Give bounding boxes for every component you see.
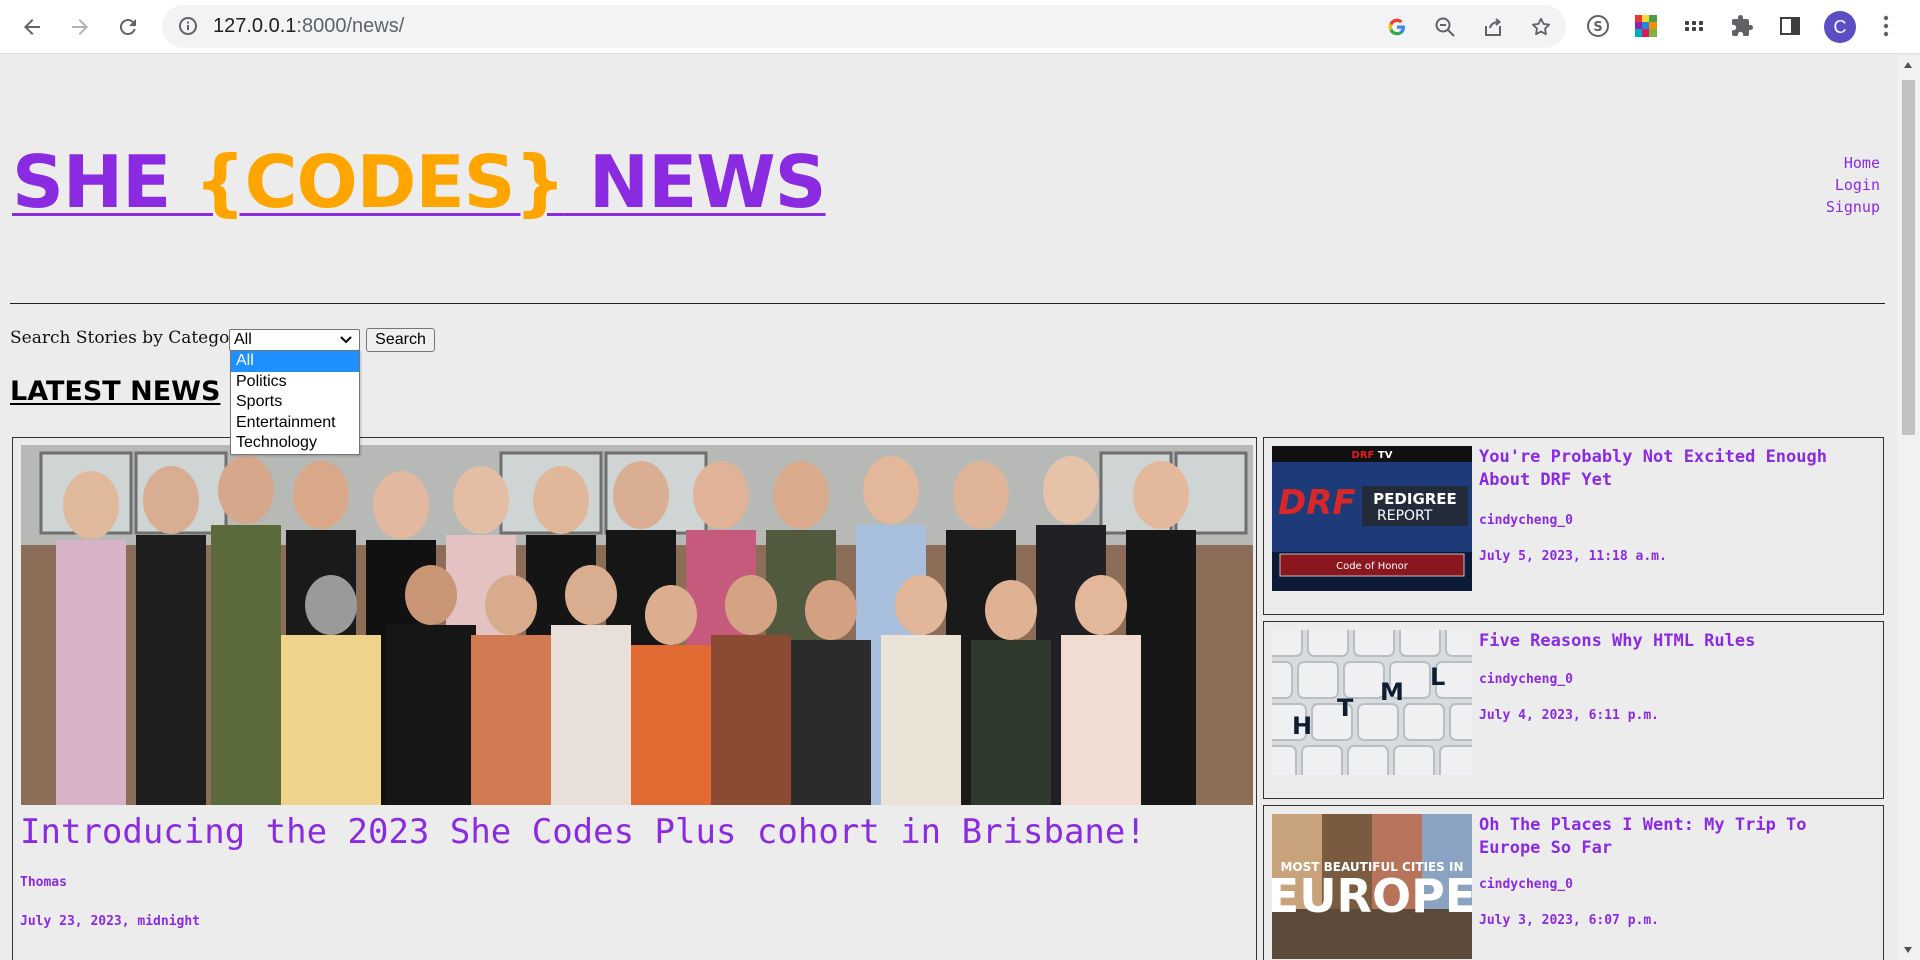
category-dropdown-list: All Politics Sports Entertainment Techno… [230,350,360,455]
category-option-entertainment[interactable]: Entertainment [231,413,359,434]
side-panel-icon[interactable] [1776,12,1804,40]
svg-text:REPORT: REPORT [1377,508,1433,524]
story-date: July 5, 2023, 11:18 a.m. [1479,549,1667,564]
category-option-sports[interactable]: Sports [231,392,359,413]
europe-cities-thumbnail-image: MOST BEAUTIFUL CITIES IN EUROPE [1272,814,1472,959]
color-palette-extension-icon[interactable] [1632,12,1660,40]
arrow-left-icon [24,19,40,35]
scroll-up-arrow-icon[interactable] [1903,61,1913,69]
chevron-down-icon [340,336,352,344]
browser-menu-icon[interactable] [1872,12,1900,40]
featured-story-card[interactable]: Introducing the 2023 She Codes Plus coho… [12,437,1257,960]
svg-text:L: L [1430,663,1445,691]
story-date: July 3, 2023, 6:07 p.m. [1479,913,1660,928]
svg-text:T: T [1337,694,1354,722]
back-button[interactable] [16,11,48,43]
browser-toolbar: 127.0.0.1:8000/news/ S C [0,0,1920,54]
site-info-icon[interactable] [178,16,198,40]
story-thumbnail[interactable]: DRF TV DRF PEDIGREE REPORT Code of Honor [1272,446,1472,591]
zoom-icon[interactable] [1432,14,1458,40]
skype-extension-icon[interactable]: S [1584,12,1612,40]
nav-home-link[interactable]: Home [1826,152,1880,174]
scroll-down-arrow-icon[interactable] [1903,946,1913,954]
category-select-value: All [234,331,252,348]
address-bar[interactable]: 127.0.0.1:8000/news/ [162,5,1566,48]
featured-story-date: July 23, 2023, midnight [20,914,201,929]
site-logo[interactable]: SHE {CODES} NEWS [12,140,827,224]
svg-text:M: M [1380,678,1404,706]
svg-text:Code of Honor: Code of Honor [1336,561,1409,572]
category-search-label: Search Stories by Category: [10,328,253,348]
story-author: cindycheng_0 [1479,672,1573,687]
svg-text:PEDIGREE: PEDIGREE [1373,490,1457,508]
svg-text:H: H [1292,712,1312,740]
story-thumbnail[interactable]: H T M L [1272,630,1472,775]
story-author: cindycheng_0 [1479,513,1573,528]
extensions-puzzle-icon[interactable] [1728,12,1756,40]
nav-login-link[interactable]: Login [1826,174,1880,196]
story-thumbnail[interactable]: MOST BEAUTIFUL CITIES IN EUROPE [1272,814,1472,959]
story-card[interactable]: MOST BEAUTIFUL CITIES IN EUROPE Oh The P… [1263,805,1884,960]
profile-avatar[interactable]: C [1824,11,1856,43]
header-divider [10,303,1885,304]
featured-story-image[interactable] [21,445,1253,805]
svg-text:S: S [1593,20,1602,35]
story-title[interactable]: You're Probably Not Excited Enough About… [1479,446,1874,492]
bookmark-star-icon[interactable] [1528,14,1554,40]
svg-text:DRF: DRF [1278,483,1356,523]
drf-pedigree-thumbnail-image: DRF TV DRF PEDIGREE REPORT Code of Honor [1272,446,1472,591]
reload-button[interactable] [112,11,144,43]
search-button[interactable]: Search [366,328,435,352]
story-title[interactable]: Oh The Places I Went: My Trip To Europe … [1479,814,1874,860]
category-select[interactable]: All [229,329,360,351]
featured-story-title[interactable]: Introducing the 2023 She Codes Plus coho… [20,812,1146,852]
arrow-right-icon [72,19,88,35]
story-date: July 4, 2023, 6:11 p.m. [1479,708,1660,723]
nav-signup-link[interactable]: Signup [1826,196,1880,218]
category-option-politics[interactable]: Politics [231,372,359,393]
page-scrollbar[interactable] [1897,55,1920,960]
group-photo-image [21,445,1253,805]
story-title[interactable]: Five Reasons Why HTML Rules [1479,630,1874,653]
story-card[interactable]: H T M L Five Reasons Why HTML Rules cind… [1263,621,1884,799]
scrollbar-thumb[interactable] [1902,80,1915,435]
svg-text:EUROPE: EUROPE [1272,869,1472,923]
forward-button[interactable] [64,11,96,43]
share-icon[interactable] [1480,14,1506,40]
section-title: LATEST NEWS [10,376,221,407]
apps-grid-extension-icon[interactable] [1680,12,1708,40]
reload-icon [119,19,136,36]
google-icon[interactable] [1384,14,1410,40]
category-option-technology[interactable]: Technology [231,433,359,454]
svg-text:DRF TV: DRF TV [1352,450,1393,461]
story-card[interactable]: DRF TV DRF PEDIGREE REPORT Code of Honor… [1263,437,1884,615]
html-keyboard-thumbnail-image: H T M L [1272,630,1472,775]
story-author: cindycheng_0 [1479,877,1573,892]
category-option-all[interactable]: All [231,351,359,372]
top-nav: Home Login Signup [1826,152,1880,218]
featured-story-author: Thomas [20,875,67,890]
url-text[interactable]: 127.0.0.1:8000/news/ [213,15,404,38]
